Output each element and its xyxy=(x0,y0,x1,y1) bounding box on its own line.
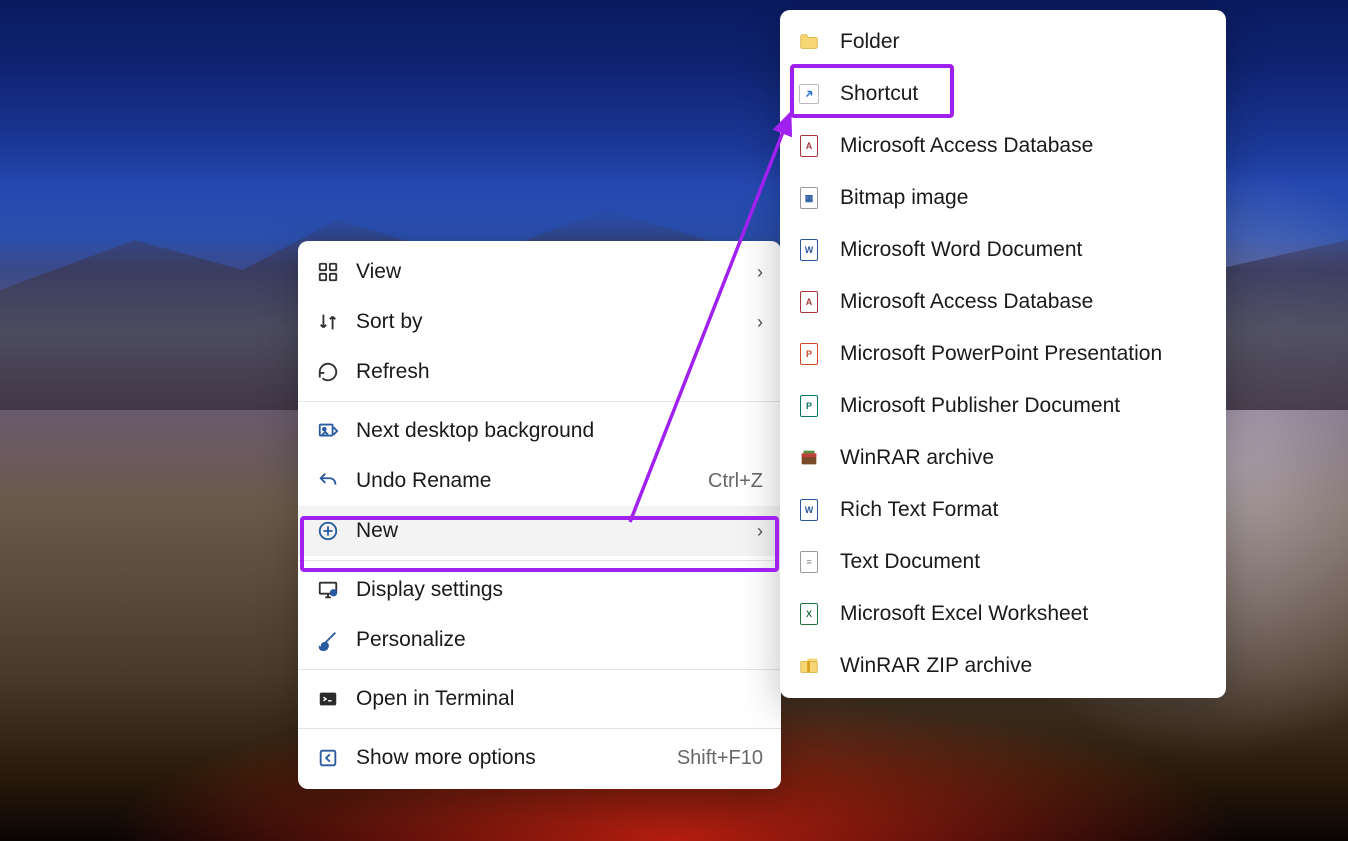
more-options-icon xyxy=(316,746,340,770)
menu-label: Personalize xyxy=(356,628,763,652)
submenu-item-excel[interactable]: X Microsoft Excel Worksheet xyxy=(780,588,1226,640)
grid-icon xyxy=(316,260,340,284)
menu-label: Display settings xyxy=(356,578,763,602)
rtf-icon: W xyxy=(798,499,820,521)
powerpoint-icon: P xyxy=(798,343,820,365)
menu-label: Sort by xyxy=(356,310,747,334)
submenu-label: Microsoft Access Database xyxy=(840,290,1208,314)
picture-next-icon xyxy=(316,419,340,443)
text-doc-icon: ≡ xyxy=(798,551,820,573)
menu-item-refresh[interactable]: Refresh xyxy=(298,347,781,397)
menu-label: View xyxy=(356,260,747,284)
menu-item-show-more-options[interactable]: Show more options Shift+F10 xyxy=(298,733,781,783)
brush-icon xyxy=(316,628,340,652)
menu-label: Undo Rename xyxy=(356,469,708,493)
shortcut-icon xyxy=(798,83,820,105)
submenu-label: Microsoft Word Document xyxy=(840,238,1208,262)
menu-divider xyxy=(298,401,781,402)
submenu-label: Rich Text Format xyxy=(840,498,1208,522)
menu-label: New xyxy=(356,519,747,543)
submenu-label: Folder xyxy=(840,30,1208,54)
zip-icon xyxy=(798,655,820,677)
submenu-label: Microsoft Excel Worksheet xyxy=(840,602,1208,626)
submenu-item-winrar[interactable]: WinRAR archive xyxy=(780,432,1226,484)
submenu-item-bitmap[interactable]: ▦ Bitmap image xyxy=(780,172,1226,224)
menu-divider xyxy=(298,560,781,561)
chevron-right-icon: › xyxy=(757,312,763,333)
menu-shortcut: Ctrl+Z xyxy=(708,470,763,493)
submenu-label: Microsoft Access Database xyxy=(840,134,1208,158)
submenu-label: Text Document xyxy=(840,550,1208,574)
menu-label: Open in Terminal xyxy=(356,687,763,711)
chevron-right-icon: › xyxy=(757,521,763,542)
menu-item-view[interactable]: View › xyxy=(298,247,781,297)
menu-label: Refresh xyxy=(356,360,763,384)
submenu-item-access-db[interactable]: A Microsoft Access Database xyxy=(780,120,1226,172)
submenu-item-access-db-2[interactable]: A Microsoft Access Database xyxy=(780,276,1226,328)
submenu-item-rtf[interactable]: W Rich Text Format xyxy=(780,484,1226,536)
access-icon: A xyxy=(798,291,820,313)
menu-divider xyxy=(298,669,781,670)
undo-icon xyxy=(316,469,340,493)
sort-icon xyxy=(316,310,340,334)
submenu-label: Shortcut xyxy=(840,82,1208,106)
folder-icon xyxy=(798,31,820,53)
refresh-icon xyxy=(316,360,340,384)
word-icon: W xyxy=(798,239,820,261)
menu-shortcut: Shift+F10 xyxy=(677,747,763,770)
desktop-context-menu: View › Sort by › Refresh Next desktop ba… xyxy=(298,241,781,789)
submenu-label: WinRAR ZIP archive xyxy=(840,654,1208,678)
submenu-item-publisher[interactable]: P Microsoft Publisher Document xyxy=(780,380,1226,432)
submenu-label: Microsoft PowerPoint Presentation xyxy=(840,342,1208,366)
submenu-label: WinRAR archive xyxy=(840,446,1208,470)
new-submenu: Folder Shortcut A Microsoft Access Datab… xyxy=(780,10,1226,698)
menu-item-open-terminal[interactable]: Open in Terminal xyxy=(298,674,781,724)
submenu-item-word[interactable]: W Microsoft Word Document xyxy=(780,224,1226,276)
excel-icon: X xyxy=(798,603,820,625)
publisher-icon: P xyxy=(798,395,820,417)
submenu-label: Microsoft Publisher Document xyxy=(840,394,1208,418)
menu-item-undo-rename[interactable]: Undo Rename Ctrl+Z xyxy=(298,456,781,506)
plus-circle-icon xyxy=(316,519,340,543)
submenu-item-folder[interactable]: Folder xyxy=(780,16,1226,68)
menu-label: Next desktop background xyxy=(356,419,763,443)
menu-divider xyxy=(298,728,781,729)
menu-item-next-background[interactable]: Next desktop background xyxy=(298,406,781,456)
menu-item-display-settings[interactable]: Display settings xyxy=(298,565,781,615)
submenu-item-shortcut[interactable]: Shortcut xyxy=(780,68,1226,120)
submenu-item-text[interactable]: ≡ Text Document xyxy=(780,536,1226,588)
access-icon: A xyxy=(798,135,820,157)
submenu-item-powerpoint[interactable]: P Microsoft PowerPoint Presentation xyxy=(780,328,1226,380)
menu-item-personalize[interactable]: Personalize xyxy=(298,615,781,665)
menu-label: Show more options xyxy=(356,746,677,770)
submenu-label: Bitmap image xyxy=(840,186,1208,210)
menu-item-sort-by[interactable]: Sort by › xyxy=(298,297,781,347)
terminal-icon xyxy=(316,687,340,711)
winrar-icon xyxy=(798,447,820,469)
bitmap-icon: ▦ xyxy=(798,187,820,209)
menu-item-new[interactable]: New › xyxy=(298,506,781,556)
chevron-right-icon: › xyxy=(757,262,763,283)
submenu-item-winrar-zip[interactable]: WinRAR ZIP archive xyxy=(780,640,1226,692)
display-settings-icon xyxy=(316,578,340,602)
